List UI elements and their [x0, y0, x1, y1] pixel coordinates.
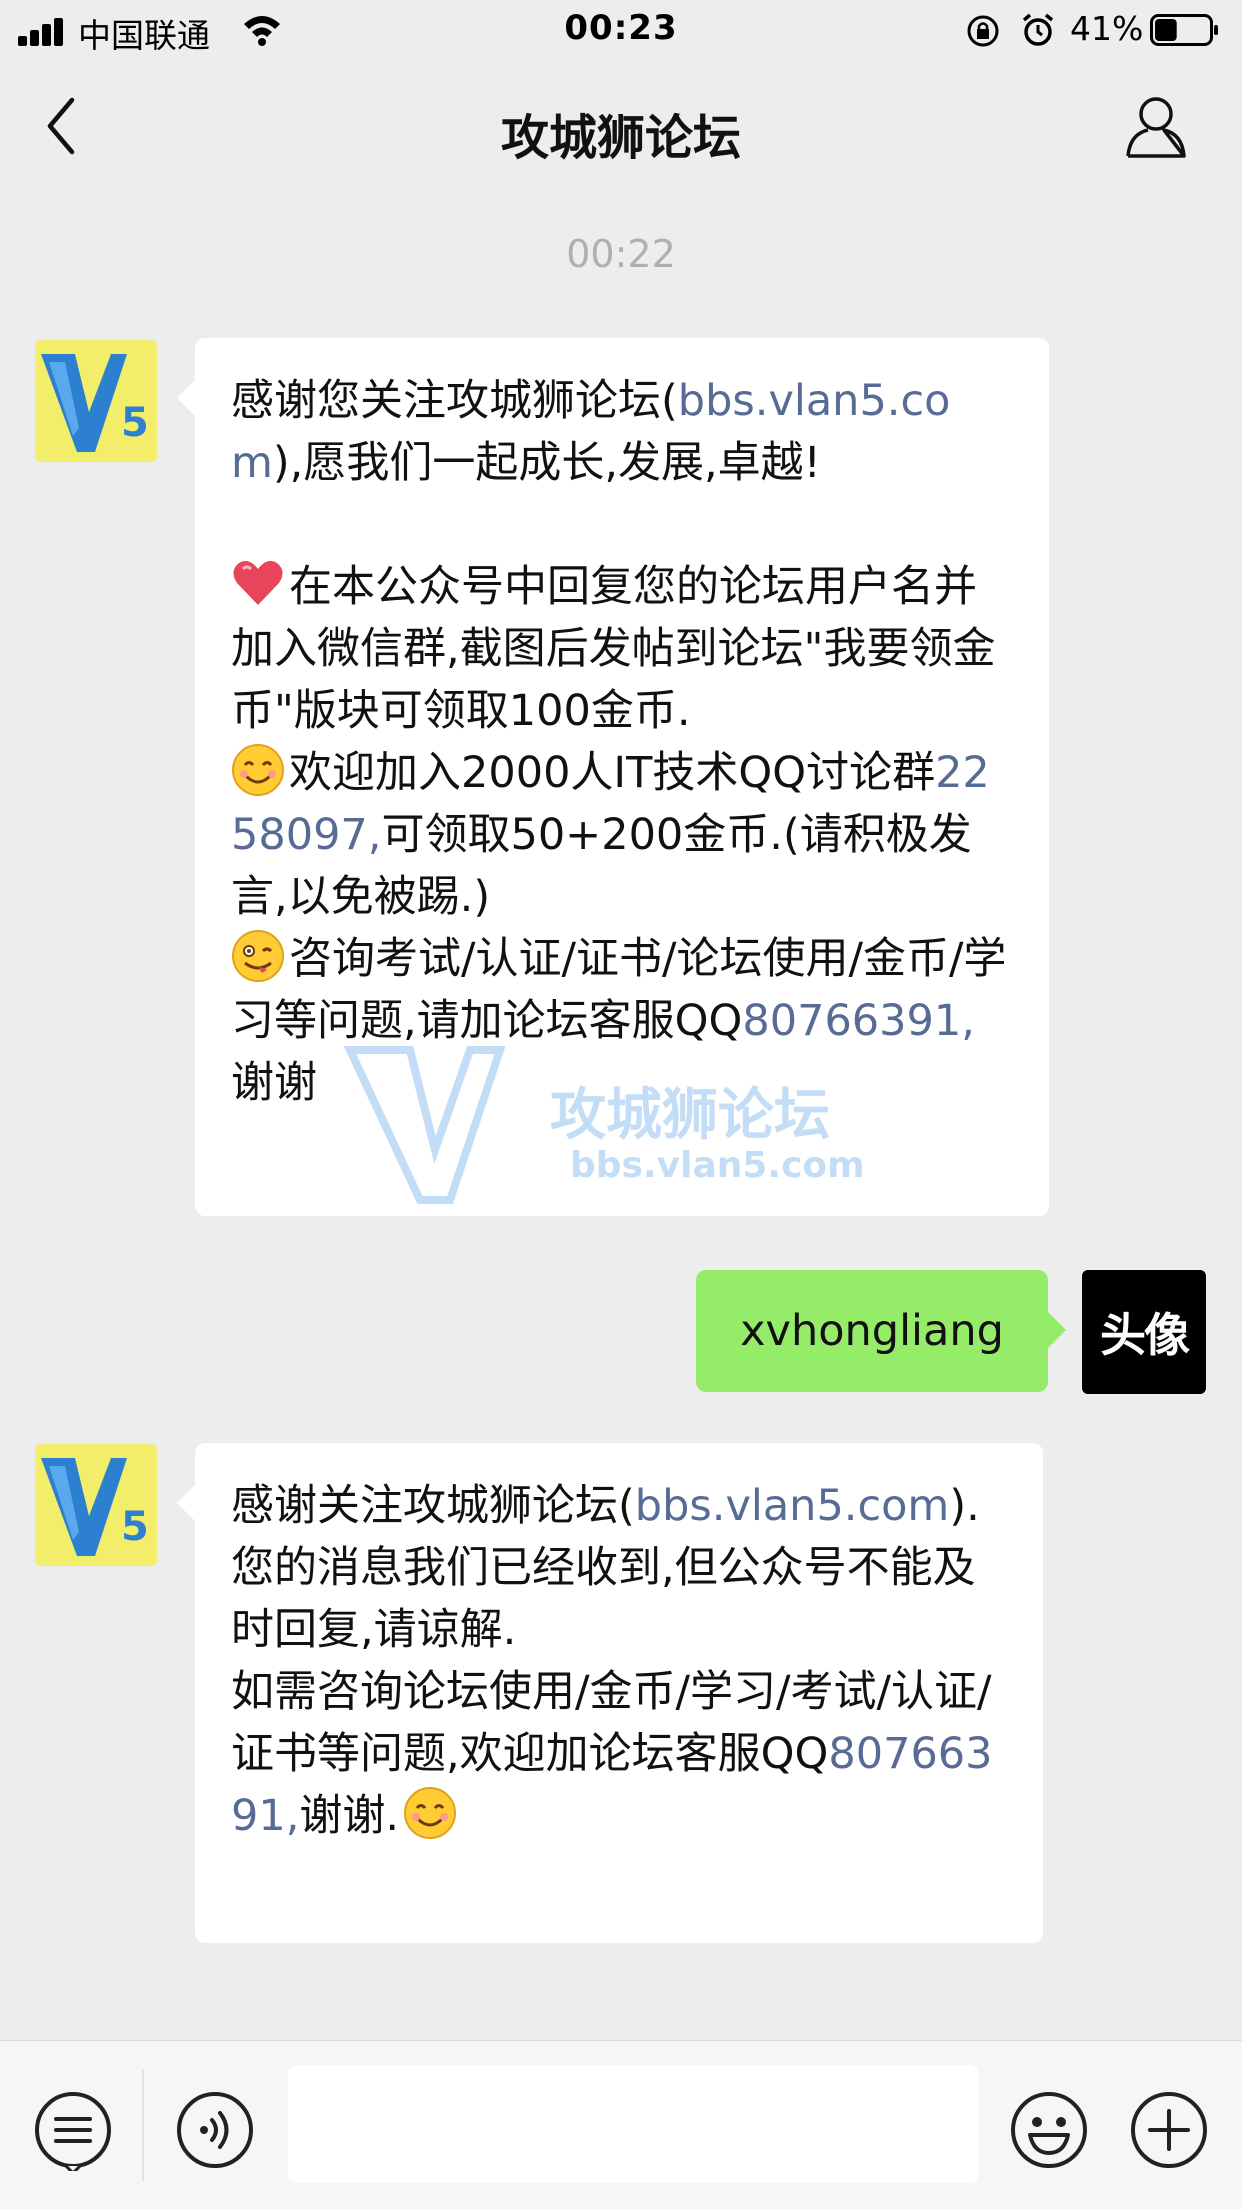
message-text: 感谢您关注攻城狮论坛( [231, 376, 678, 426]
svg-text:5: 5 [121, 1504, 149, 1550]
rotation-lock-icon [967, 15, 999, 47]
message-bubble-welcome[interactable]: 感谢您关注攻城狮论坛(bbs.vlan5.com),愿我们一起成长,发展,卓越!… [177, 338, 1049, 1216]
message-text: 谢谢 [231, 1058, 317, 1108]
message-text: ),愿我们一起成长,发展,卓越! [272, 438, 821, 488]
battery-percent: 41% [1070, 9, 1144, 48]
plus-icon[interactable] [1128, 2089, 1210, 2171]
message-text: ). [949, 1481, 980, 1531]
message-paragraph: 如需咨询论坛使用/金币/学习/考试/认证/证书等问题,欢迎加论坛客服QQ8076… [231, 1661, 1007, 1847]
message-text: 感谢关注攻城狮论坛( [231, 1481, 635, 1531]
message-text: 在本公众号中回复您的论坛用户名并加入微信群,截图后发帖到论坛"我要领金币"版块可… [231, 562, 996, 736]
voice-icon[interactable] [174, 2089, 256, 2171]
emoji-icon[interactable] [1008, 2089, 1090, 2171]
v5-logo-icon: 5 [35, 340, 157, 462]
heart-emoji-icon [233, 561, 283, 605]
message-text: 谢谢. [299, 1791, 400, 1841]
smile-emoji-icon [232, 744, 284, 796]
v5-logo-icon: 5 [35, 1444, 157, 1566]
message-paragraph: 欢迎加入2000人IT技术QQ讨论群2258097,可领取50+200金币.(请… [231, 742, 1013, 928]
input-bar [0, 2040, 1242, 2209]
status-bar: 中国联通 00:23 41% [0, 0, 1242, 62]
divider [142, 2069, 144, 2181]
message-bubble-auto-reply[interactable]: 感谢关注攻城狮论坛(bbs.vlan5.com). 您的消息我们已经收到,但公众… [177, 1443, 1043, 1943]
avatar-label: 头像 [1100, 1308, 1190, 1362]
qq-link[interactable]: 80766391, [742, 996, 975, 1046]
message-paragraph: 感谢关注攻城狮论坛(bbs.vlan5.com). [231, 1475, 1007, 1537]
message-paragraph: 您的消息我们已经收到,但公众号不能及时回复,请谅解. [231, 1543, 976, 1655]
smile-emoji-icon [404, 1787, 457, 1839]
message-text: xvhongliang [740, 1306, 1004, 1356]
message-paragraph: 在本公众号中回复您的论坛用户名并加入微信群,截图后发帖到论坛"我要领金币"版块可… [231, 556, 1013, 742]
user-avatar[interactable]: 头像 [1082, 1270, 1206, 1394]
person-icon[interactable] [1124, 92, 1188, 160]
message-bubble-outgoing[interactable]: xvhongliang [696, 1270, 1066, 1392]
message-input[interactable] [288, 2065, 978, 2183]
nav-bar: 攻城狮论坛 [0, 62, 1242, 194]
svg-text:5: 5 [121, 400, 149, 446]
official-account-avatar[interactable]: 5 [35, 1444, 157, 1566]
alarm-icon [1022, 13, 1054, 46]
list-icon[interactable] [32, 2089, 114, 2171]
chat-timestamp: 00:22 [566, 232, 676, 276]
official-account-avatar[interactable]: 5 [35, 340, 157, 462]
forum-link[interactable]: bbs.vlan5.com [635, 1481, 950, 1531]
message-text: 欢迎加入2000人IT技术QQ讨论群 [289, 748, 936, 798]
message-paragraph: 感谢您关注攻城狮论坛(bbs.vlan5.com),愿我们一起成长,发展,卓越! [231, 370, 1013, 494]
page-title: 攻城狮论坛 [500, 110, 741, 166]
wink-emoji-icon [232, 930, 284, 982]
battery-icon [1150, 14, 1218, 46]
message-paragraph: 咨询考试/认证/证书/论坛使用/金币/学习等问题,请加论坛客服QQ8076639… [231, 928, 1013, 1114]
